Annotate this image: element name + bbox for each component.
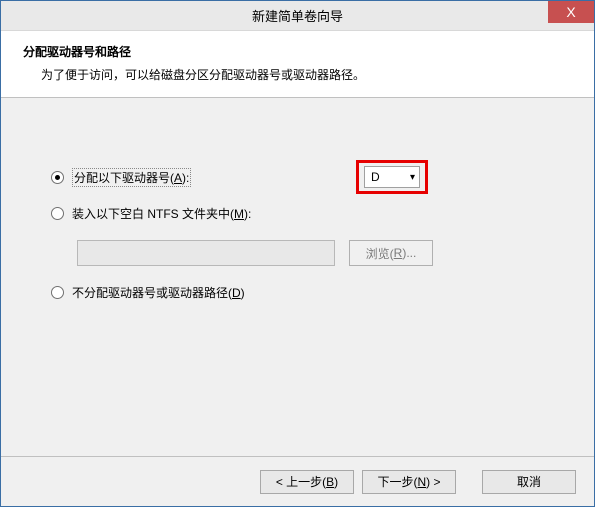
option-assign-letter: 分配以下驱动器号(A):: [51, 168, 554, 187]
page-subtitle: 为了便于访问，可以给磁盘分区分配驱动器号或驱动器路径。: [23, 66, 572, 83]
close-icon: X: [566, 4, 575, 20]
next-button[interactable]: 下一步(N) >: [362, 470, 456, 494]
wizard-footer: < 上一步(B) 下一步(N) > 取消: [1, 456, 594, 506]
wizard-body: D ▾ 分配以下驱动器号(A): 装入以下空白 NTFS 文件夹中(M): 浏览…: [1, 98, 594, 456]
drive-letter-select[interactable]: D ▾: [364, 166, 420, 188]
wizard-window: 新建简单卷向导 X 分配驱动器号和路径 为了便于访问，可以给磁盘分区分配驱动器号…: [0, 0, 595, 507]
label-assign-letter: 分配以下驱动器号(A):: [72, 168, 191, 187]
chevron-down-icon: ▾: [410, 172, 415, 183]
drive-letter-value: D: [371, 170, 380, 184]
radio-no-assign[interactable]: [51, 286, 64, 299]
radio-assign-letter[interactable]: [51, 171, 64, 184]
window-title: 新建简单卷向导: [252, 6, 343, 25]
drive-letter-highlight: D ▾: [356, 160, 428, 194]
label-mount-folder: 装入以下空白 NTFS 文件夹中(M):: [72, 205, 251, 222]
label-no-assign: 不分配驱动器号或驱动器路径(D): [72, 284, 245, 301]
titlebar: 新建简单卷向导 X: [1, 1, 594, 31]
folder-path-row: 浏览(R)...: [77, 240, 554, 266]
radio-mount-folder[interactable]: [51, 207, 64, 220]
wizard-header: 分配驱动器号和路径 为了便于访问，可以给磁盘分区分配驱动器号或驱动器路径。: [1, 31, 594, 97]
browse-button: 浏览(R)...: [349, 240, 433, 266]
page-title: 分配驱动器号和路径: [23, 43, 572, 60]
folder-path-input: [77, 240, 335, 266]
close-button[interactable]: X: [548, 1, 594, 23]
option-no-assign: 不分配驱动器号或驱动器路径(D): [51, 284, 554, 301]
back-button[interactable]: < 上一步(B): [260, 470, 354, 494]
option-mount-folder: 装入以下空白 NTFS 文件夹中(M):: [51, 205, 554, 222]
cancel-button[interactable]: 取消: [482, 470, 576, 494]
